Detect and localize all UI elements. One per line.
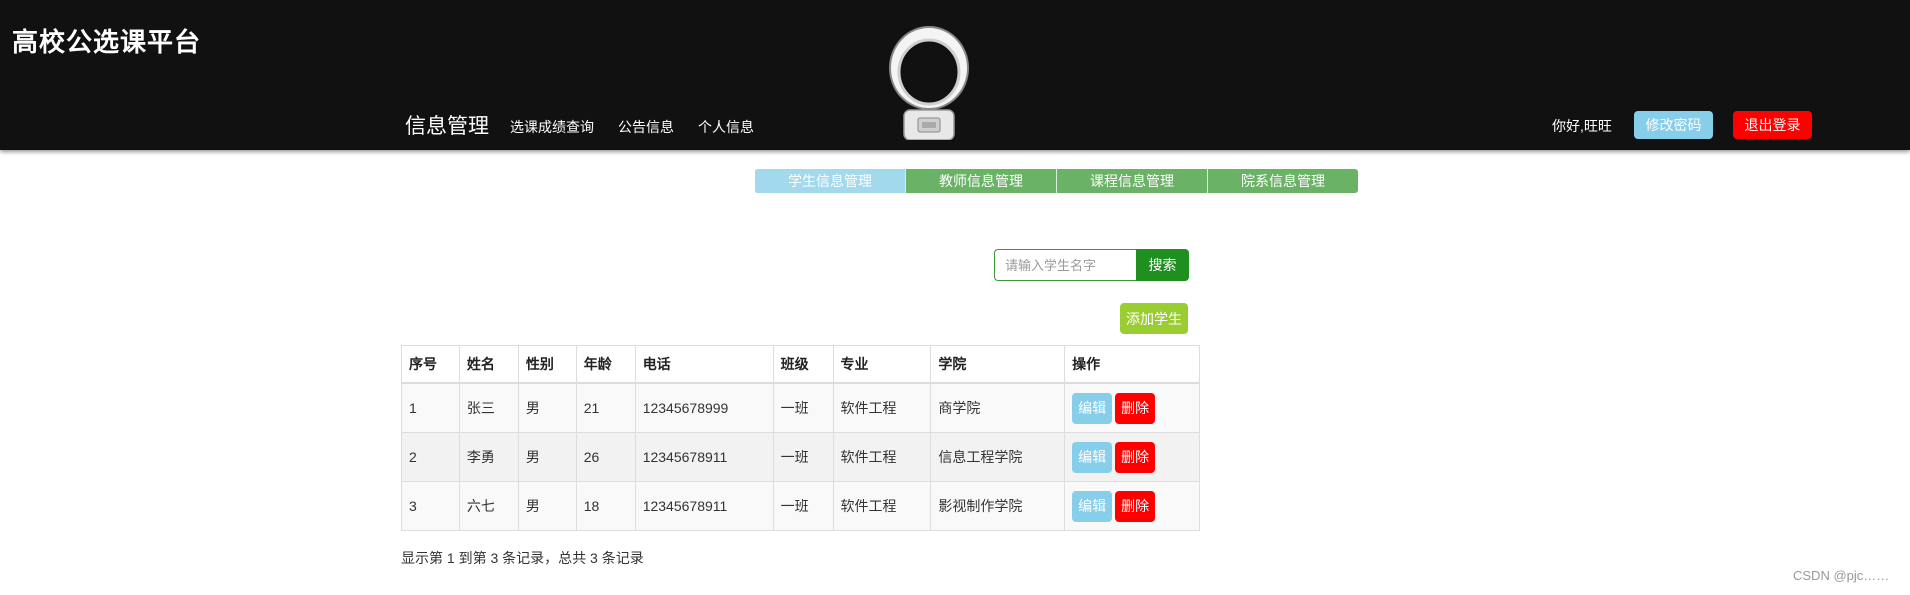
cell-actions: 编辑 删除 bbox=[1064, 432, 1200, 482]
column-header: 专业 bbox=[832, 345, 932, 384]
nav-announcements[interactable]: 公告信息 bbox=[618, 117, 674, 137]
brand-title: 高校公选课平台 bbox=[12, 27, 202, 57]
cell-college: 信息工程学院 bbox=[930, 432, 1066, 482]
user-greeting: 你好,旺旺 bbox=[1552, 118, 1612, 134]
table-row: 2 李勇 男 26 12345678911 一班 软件工程 信息工程学院 编辑删… bbox=[401, 432, 1200, 482]
cell-gender: 男 bbox=[517, 382, 577, 433]
edit-button[interactable]: 编辑 bbox=[1072, 490, 1113, 522]
student-search-input[interactable] bbox=[994, 249, 1136, 281]
pagination-info: 显示第 1 到第 3 条记录，总共 3 条记录 bbox=[401, 550, 644, 566]
top-navbar: 高校公选课平台 信息管理 选课成绩查询 公告信息 个人信息 你好,旺旺 修改密码… bbox=[0, 0, 1910, 150]
tab-department-management[interactable]: 院系信息管理 bbox=[1208, 169, 1358, 193]
cell-class: 一班 bbox=[772, 432, 834, 482]
cell-college: 商学院 bbox=[930, 382, 1066, 433]
table-header-row: 序号 姓名 性别 年龄 电话 班级 专业 学院 操作 bbox=[401, 345, 1200, 384]
cell-name: 张三 bbox=[458, 382, 519, 433]
column-header: 班级 bbox=[772, 345, 834, 384]
edit-button[interactable]: 编辑 bbox=[1072, 392, 1113, 424]
tab-student-management[interactable]: 学生信息管理 bbox=[755, 169, 906, 193]
management-tabs: 学生信息管理 教师信息管理 课程信息管理 院系信息管理 bbox=[755, 169, 1358, 193]
change-password-button[interactable]: 修改密码 bbox=[1634, 111, 1713, 139]
add-student-button[interactable]: 添加学生 bbox=[1120, 303, 1188, 334]
logout-button[interactable]: 退出登录 bbox=[1733, 111, 1812, 139]
column-header: 年龄 bbox=[575, 345, 636, 384]
nav-personal-info[interactable]: 个人信息 bbox=[698, 117, 754, 137]
table-row: 3 六七 男 18 12345678911 一班 软件工程 影视制作学院 编辑删… bbox=[401, 481, 1200, 531]
tab-teacher-management[interactable]: 教师信息管理 bbox=[906, 169, 1057, 193]
delete-button[interactable]: 删除 bbox=[1115, 490, 1156, 522]
cell-age: 18 bbox=[575, 481, 636, 531]
student-table: 序号 姓名 性别 年龄 电话 班级 专业 学院 操作 1 张三 男 21 123… bbox=[401, 345, 1200, 531]
delete-button[interactable]: 删除 bbox=[1115, 441, 1156, 473]
cell-major: 软件工程 bbox=[832, 481, 932, 531]
cell-phone: 12345678911 bbox=[634, 481, 774, 531]
cell-actions: 编辑 删除 bbox=[1064, 481, 1200, 531]
column-header: 电话 bbox=[634, 345, 774, 384]
astronaut-mascot-icon bbox=[889, 26, 969, 140]
nav-course-grades[interactable]: 选课成绩查询 bbox=[510, 117, 594, 137]
edit-button[interactable]: 编辑 bbox=[1072, 441, 1113, 473]
cell-gender: 男 bbox=[517, 481, 577, 531]
cell-age: 26 bbox=[575, 432, 636, 482]
cell-index: 1 bbox=[401, 382, 460, 433]
column-header: 学院 bbox=[930, 345, 1066, 384]
nav-info-management[interactable]: 信息管理 bbox=[405, 110, 489, 140]
delete-button[interactable]: 删除 bbox=[1115, 392, 1156, 424]
column-header: 姓名 bbox=[458, 345, 519, 384]
cell-gender: 男 bbox=[517, 432, 577, 482]
search-button[interactable]: 搜索 bbox=[1136, 249, 1189, 281]
cell-phone: 12345678911 bbox=[634, 432, 774, 482]
cell-index: 2 bbox=[401, 432, 460, 482]
cell-actions: 编辑 删除 bbox=[1064, 382, 1200, 433]
cell-class: 一班 bbox=[772, 481, 834, 531]
cell-major: 软件工程 bbox=[832, 382, 932, 433]
cell-index: 3 bbox=[401, 481, 460, 531]
column-header: 序号 bbox=[401, 345, 460, 384]
cell-college: 影视制作学院 bbox=[930, 481, 1066, 531]
csdn-watermark: CSDN @pjc…… bbox=[1793, 568, 1890, 583]
table-row: 1 张三 男 21 12345678999 一班 软件工程 商学院 编辑 删除 bbox=[401, 382, 1200, 433]
cell-name: 李勇 bbox=[458, 432, 519, 482]
column-header: 性别 bbox=[517, 345, 577, 384]
cell-name: 六七 bbox=[458, 481, 519, 531]
cell-class: 一班 bbox=[772, 382, 834, 433]
cell-age: 21 bbox=[575, 382, 636, 433]
column-header: 操作 bbox=[1064, 345, 1200, 384]
tab-course-management[interactable]: 课程信息管理 bbox=[1057, 169, 1208, 193]
cell-phone: 12345678999 bbox=[634, 382, 774, 433]
cell-major: 软件工程 bbox=[832, 432, 932, 482]
